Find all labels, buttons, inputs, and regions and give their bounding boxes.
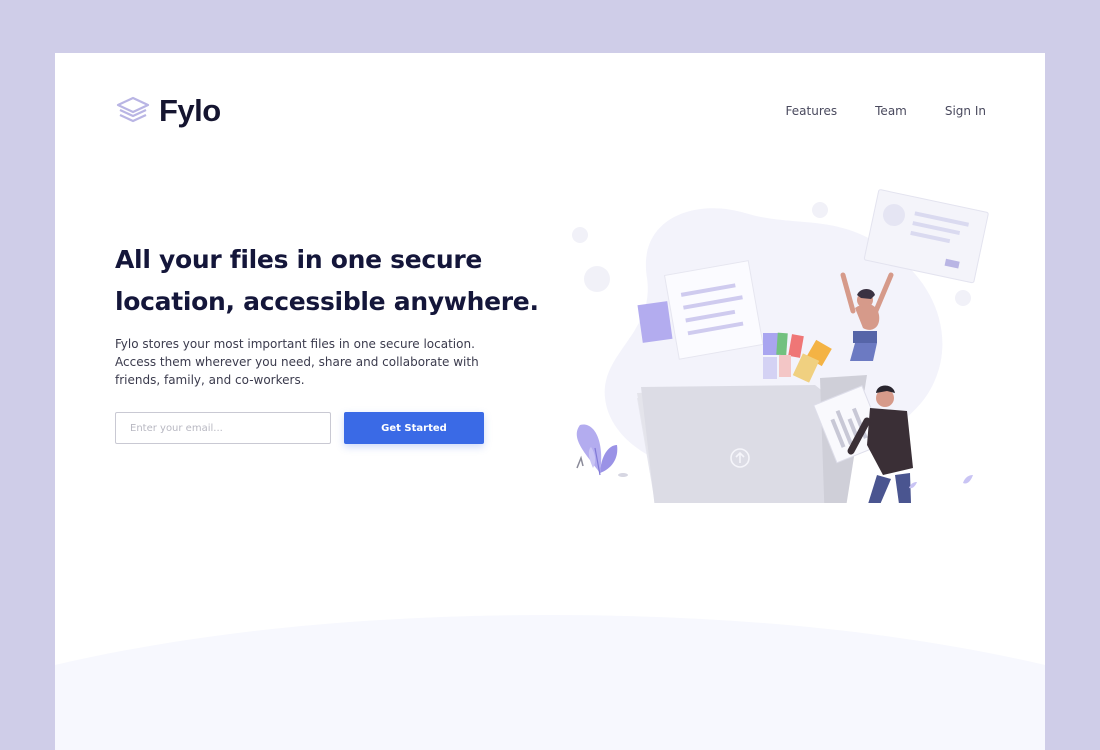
hero-headline-line-1: All your files in one secure	[115, 245, 483, 274]
decor-dot-3	[812, 202, 828, 218]
bottom-wave-section	[55, 615, 1045, 750]
decor-dot-1	[572, 227, 588, 243]
decor-dot-2	[584, 266, 610, 292]
paper-purple	[637, 301, 673, 343]
decor-dot-4	[955, 290, 971, 306]
site-header: Fylo Features Team Sign In	[115, 91, 986, 131]
leaf-icon-2	[963, 475, 973, 484]
main-nav: Features Team Sign In	[786, 104, 986, 118]
get-started-button[interactable]: Get Started	[344, 412, 484, 444]
landing-page: Fylo Features Team Sign In All your file…	[55, 53, 1045, 750]
hero-text: All your files in one secure location, a…	[115, 239, 539, 389]
nav-link-team[interactable]: Team	[875, 104, 907, 118]
hero-illustration	[572, 189, 989, 503]
hero-description: Fylo stores your most important files in…	[115, 337, 479, 387]
nav-link-features[interactable]: Features	[786, 104, 838, 118]
hero-headline: All your files in one secure location, a…	[115, 239, 539, 323]
paper-sheet	[663, 260, 764, 360]
signup-form: Get Started	[115, 412, 484, 444]
stacked-layers-icon	[116, 96, 150, 123]
nav-link-sign-in[interactable]: Sign In	[945, 104, 986, 118]
brand-logo[interactable]: Fylo	[115, 93, 221, 129]
brand-name: Fylo	[159, 93, 221, 128]
hero-headline-line-2: location, accessible anywhere.	[115, 287, 539, 316]
email-input[interactable]	[115, 412, 331, 444]
